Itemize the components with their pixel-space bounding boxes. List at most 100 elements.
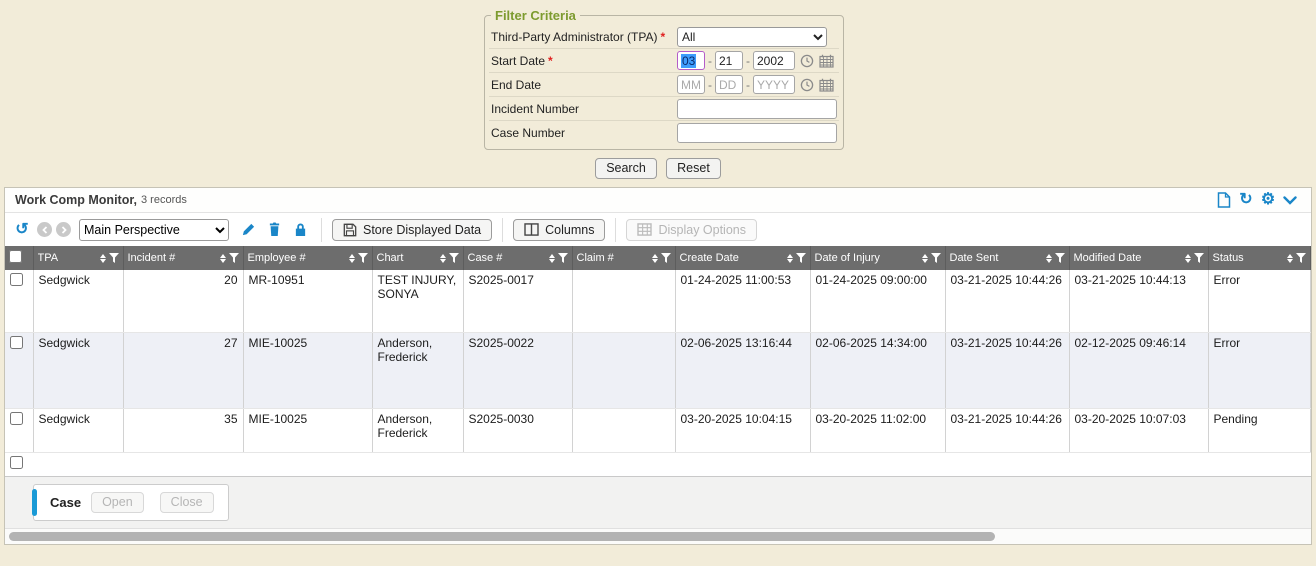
table-row[interactable]: Sedgwick 35 MIE-10025 Anderson, Frederic… (5, 408, 1311, 452)
new-document-icon[interactable] (1213, 190, 1235, 210)
search-button[interactable]: Search (595, 158, 657, 179)
row-checkbox[interactable] (10, 336, 23, 349)
column-header-incident[interactable]: Incident # (123, 246, 243, 270)
cell-modified-date: 03-21-2025 10:44:13 (1069, 270, 1208, 332)
sort-icon[interactable] (100, 254, 106, 263)
close-button[interactable]: Close (160, 492, 214, 513)
scrollbar-thumb[interactable] (9, 532, 995, 541)
next-perspective-icon[interactable] (56, 222, 71, 237)
sort-icon[interactable] (787, 254, 793, 263)
row-checkbox[interactable] (10, 412, 23, 425)
table-row[interactable]: Sedgwick 20 MR-10951 TEST INJURY, SONYA … (5, 270, 1311, 332)
clock-icon[interactable] (800, 78, 814, 92)
end-day-input[interactable] (715, 75, 743, 94)
footer-select-cell (5, 452, 33, 476)
sort-icon[interactable] (1046, 254, 1052, 263)
end-year-input[interactable] (753, 75, 795, 94)
cell-modified-date: 02-12-2025 09:46:14 (1069, 332, 1208, 408)
case-number-input[interactable] (677, 123, 837, 143)
calendar-icon[interactable] (819, 78, 834, 92)
end-date-label: End Date (491, 78, 677, 92)
tpa-row: Third-Party Administrator (TPA)* All (489, 25, 839, 49)
table-header-row: TPA Incident # Employee # Chart Case # C… (5, 246, 1311, 270)
sort-icon[interactable] (1287, 254, 1293, 263)
column-header-case[interactable]: Case # (463, 246, 572, 270)
incident-number-input[interactable] (677, 99, 837, 119)
filter-icon[interactable] (449, 253, 459, 263)
start-day-input[interactable] (715, 51, 743, 70)
refresh-icon[interactable]: ↻ (1235, 190, 1257, 210)
filter-icon[interactable] (1194, 253, 1204, 263)
filter-icon[interactable] (1296, 253, 1306, 263)
cell-date-sent: 03-21-2025 10:44:26 (945, 408, 1069, 452)
columns-button[interactable]: Columns (513, 219, 605, 241)
delete-perspective-icon[interactable] (263, 220, 285, 240)
start-month-input[interactable]: 03 (677, 51, 705, 70)
lock-perspective-icon[interactable] (289, 220, 311, 240)
cell-select (5, 408, 33, 452)
cell-tpa: Sedgwick (33, 408, 123, 452)
end-month-input[interactable] (677, 75, 705, 94)
column-header-status[interactable]: Status (1208, 246, 1311, 270)
case-action-group: Case Open Close (33, 484, 229, 521)
filter-icon[interactable] (229, 253, 239, 263)
incident-number-row: Incident Number (489, 97, 839, 121)
case-number-label: Case Number (491, 126, 677, 140)
cell-claim (572, 270, 675, 332)
column-header-employee[interactable]: Employee # (243, 246, 372, 270)
calendar-icon[interactable] (819, 54, 834, 68)
horizontal-scrollbar[interactable] (5, 529, 1311, 544)
previous-perspective-icon[interactable] (37, 222, 52, 237)
sort-icon[interactable] (220, 254, 226, 263)
row-checkbox[interactable] (10, 273, 23, 286)
incident-number-label: Incident Number (491, 102, 677, 116)
date-separator: - (708, 54, 712, 68)
column-header-tpa[interactable]: TPA (33, 246, 123, 270)
filter-icon[interactable] (109, 253, 119, 263)
sort-icon[interactable] (652, 254, 658, 263)
start-year-input[interactable] (753, 51, 795, 70)
column-header-date-of-injury[interactable]: Date of Injury (810, 246, 945, 270)
column-header-chart[interactable]: Chart (372, 246, 463, 270)
select-all-checkbox[interactable] (9, 250, 22, 263)
filter-icon[interactable] (1055, 253, 1065, 263)
perspective-select[interactable]: Main Perspective (79, 219, 229, 241)
footer-select-all-checkbox[interactable] (10, 456, 23, 469)
column-header-date-sent[interactable]: Date Sent (945, 246, 1069, 270)
table-row[interactable]: Sedgwick 27 MIE-10025 Anderson, Frederic… (5, 332, 1311, 408)
record-count: 3 records (141, 194, 187, 206)
undo-icon[interactable]: ↺ (11, 220, 33, 240)
cell-incident: 35 (123, 408, 243, 452)
case-number-row: Case Number (489, 121, 839, 145)
tpa-select[interactable]: All (677, 27, 827, 47)
cell-select (5, 270, 33, 332)
cell-tpa: Sedgwick (33, 270, 123, 332)
cell-case: S2025-0017 (463, 270, 572, 332)
column-header-claim[interactable]: Claim # (572, 246, 675, 270)
start-date-label: Start Date* (491, 54, 677, 68)
filter-icon[interactable] (796, 253, 806, 263)
filter-criteria-form: Filter Criteria Third-Party Administrato… (484, 8, 832, 150)
column-header-modified-date[interactable]: Modified Date (1069, 246, 1208, 270)
sort-icon[interactable] (1185, 254, 1191, 263)
open-button[interactable]: Open (91, 492, 144, 513)
action-strip: Case Open Close (5, 477, 1311, 529)
sort-icon[interactable] (922, 254, 928, 263)
edit-perspective-icon[interactable] (237, 220, 259, 240)
sort-icon[interactable] (440, 254, 446, 263)
filter-icon[interactable] (931, 253, 941, 263)
clock-icon[interactable] (800, 54, 814, 68)
cell-employee: MIE-10025 (243, 332, 372, 408)
display-options-button[interactable]: Display Options (626, 219, 757, 241)
filter-icon[interactable] (661, 253, 671, 263)
sort-icon[interactable] (349, 254, 355, 263)
column-header-create-date[interactable]: Create Date (675, 246, 810, 270)
chevron-down-icon[interactable] (1279, 190, 1301, 210)
sort-icon[interactable] (549, 254, 555, 263)
case-group-label: Case (50, 495, 81, 510)
filter-icon[interactable] (358, 253, 368, 263)
filter-icon[interactable] (558, 253, 568, 263)
gear-icon[interactable]: ⚙ (1257, 190, 1279, 210)
store-displayed-data-button[interactable]: Store Displayed Data (332, 219, 492, 241)
reset-button[interactable]: Reset (666, 158, 721, 179)
